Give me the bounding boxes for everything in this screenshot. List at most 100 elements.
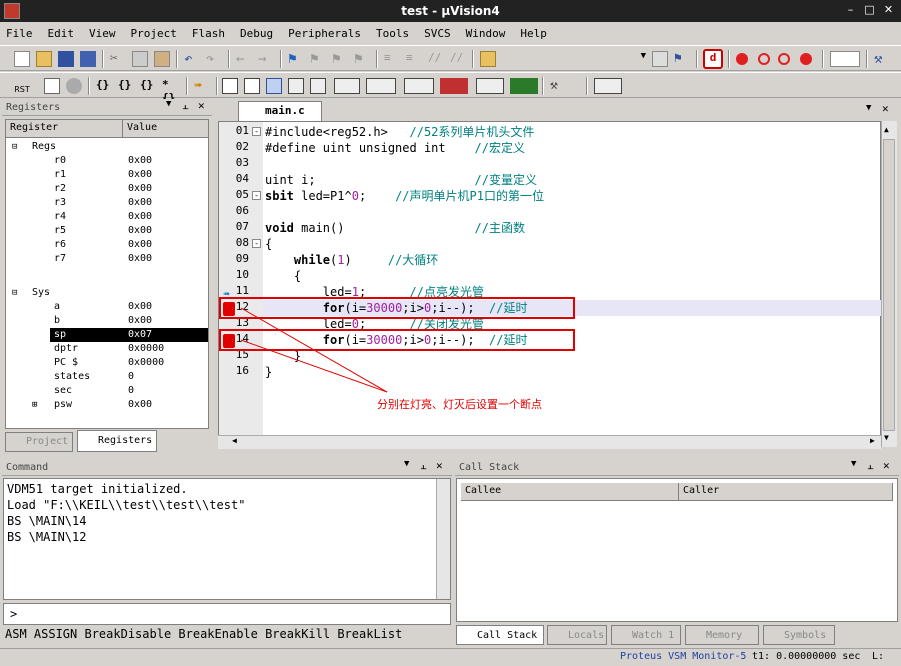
incremental-find-icon[interactable]: ⚑: [674, 51, 690, 67]
step-into-icon[interactable]: {}: [96, 78, 112, 94]
indent-icon[interactable]: ≡: [384, 51, 400, 67]
menu-svcs[interactable]: SVCS: [424, 27, 451, 40]
menu-flash[interactable]: Flash: [192, 27, 225, 40]
toolbox-icon[interactable]: ⚒: [550, 78, 578, 94]
tab-locals[interactable]: Locals: [547, 625, 607, 645]
memory-window-icon[interactable]: [366, 78, 396, 94]
close-panel-icon[interactable]: ✕: [436, 459, 443, 472]
close-editor-icon[interactable]: ✕: [882, 102, 889, 115]
stop-icon[interactable]: [66, 78, 82, 94]
save-all-icon[interactable]: [80, 51, 96, 67]
find-combo[interactable]: ▼: [500, 51, 648, 68]
find-icon[interactable]: [652, 51, 668, 67]
step-over-icon[interactable]: {}: [118, 78, 134, 94]
register-value[interactable]: 0x00: [128, 154, 152, 168]
menu-tools[interactable]: Tools: [376, 27, 409, 40]
copy-icon[interactable]: [132, 51, 148, 67]
save-icon[interactable]: [58, 51, 74, 67]
expand-icon[interactable]: ⊞: [32, 398, 37, 412]
analysis-window-icon[interactable]: [440, 78, 468, 94]
uncomment-icon[interactable]: //: [450, 51, 466, 67]
pin-icon[interactable]: ⫠: [182, 99, 189, 113]
symbols-window-icon[interactable]: [266, 78, 282, 94]
register-value[interactable]: 0x0000: [128, 356, 164, 370]
close-button[interactable]: ✕: [880, 2, 897, 19]
menu-debug[interactable]: Debug: [240, 27, 273, 40]
pin-icon[interactable]: ⫠: [867, 459, 874, 473]
scroll-right-icon[interactable]: ▶: [870, 436, 875, 445]
prev-bookmark-icon[interactable]: ⚑: [310, 51, 326, 67]
call-stack-window-icon[interactable]: [310, 78, 326, 94]
tab-memory-1[interactable]: Memory 1: [685, 625, 759, 661]
register-value[interactable]: 0x00: [128, 398, 152, 412]
bookmark-icon[interactable]: ⚑: [288, 51, 304, 67]
scroll-left-icon[interactable]: ◀: [232, 436, 237, 445]
unindent-icon[interactable]: ≡: [406, 51, 422, 67]
tab-symbols[interactable]: Symbols: [763, 625, 835, 645]
column-header-value[interactable]: Value: [123, 120, 209, 138]
cut-icon[interactable]: ✂: [110, 51, 126, 67]
chevron-down-icon[interactable]: ▼: [851, 459, 856, 469]
tab-registers[interactable]: Registers: [77, 430, 157, 452]
register-value[interactable]: 0x00: [128, 300, 152, 314]
reset-icon[interactable]: RST: [10, 76, 34, 96]
disable-all-breakpoints-icon[interactable]: [778, 53, 790, 65]
pin-icon[interactable]: ⫠: [420, 459, 427, 473]
menu-edit[interactable]: Edit: [48, 27, 75, 40]
chevron-down-icon[interactable]: ▼: [404, 459, 409, 469]
menu-project[interactable]: Project: [131, 27, 177, 40]
menu-view[interactable]: View: [89, 27, 116, 40]
step-out-icon[interactable]: {}: [140, 78, 156, 94]
code-view[interactable]: 01- #include<reg52.h> //52系列单片机头文件 02 #defi…: [218, 121, 881, 448]
watch-window-icon[interactable]: [334, 78, 360, 94]
column-header-register[interactable]: Register: [6, 120, 123, 138]
maximize-button[interactable]: □: [861, 2, 878, 19]
scroll-thumb[interactable]: [883, 139, 895, 431]
register-value[interactable]: 0x00: [128, 314, 152, 328]
serial-window-icon[interactable]: [404, 78, 434, 94]
configure-icon[interactable]: ⚒: [874, 51, 890, 67]
new-file-icon[interactable]: [14, 51, 30, 67]
nav-forward-icon[interactable]: →: [258, 51, 274, 67]
register-value[interactable]: 0x00: [128, 252, 152, 266]
chevron-down-icon[interactable]: ▼: [166, 99, 171, 109]
register-value[interactable]: 0x00: [128, 182, 152, 196]
open-folder-icon[interactable]: [36, 51, 52, 67]
register-value[interactable]: 0x00: [128, 210, 152, 224]
find-in-files-icon[interactable]: [480, 51, 496, 67]
run-to-cursor-icon[interactable]: *{}: [162, 78, 178, 104]
paste-icon[interactable]: [154, 51, 170, 67]
clear-bookmarks-icon[interactable]: ⚑: [354, 51, 370, 67]
disassembly-window-icon[interactable]: [244, 78, 260, 94]
register-value[interactable]: 0x07: [128, 328, 152, 342]
comment-icon[interactable]: //: [428, 51, 444, 67]
vertical-scrollbar[interactable]: ▲ ▼: [881, 121, 897, 447]
close-panel-icon[interactable]: ✕: [198, 99, 205, 112]
system-viewer-icon[interactable]: [510, 78, 538, 94]
kill-all-breakpoints-icon[interactable]: [800, 53, 812, 65]
run-icon[interactable]: [44, 78, 60, 94]
menu-peripherals[interactable]: Peripherals: [288, 27, 361, 40]
registers-window-icon[interactable]: [288, 78, 304, 94]
column-header-callee[interactable]: Callee: [461, 483, 679, 501]
debug-session-icon[interactable]: d: [703, 49, 723, 69]
scroll-up-icon[interactable]: ▲: [884, 125, 889, 134]
minimize-button[interactable]: –: [842, 2, 859, 19]
scroll-down-icon[interactable]: ▼: [884, 433, 889, 442]
register-value[interactable]: 0x00: [128, 168, 152, 182]
register-value[interactable]: 0x00: [128, 196, 152, 210]
window-layout-icon[interactable]: [830, 51, 860, 67]
register-value[interactable]: 0x00: [128, 224, 152, 238]
menu-help[interactable]: Help: [520, 27, 547, 40]
column-header-caller[interactable]: Caller: [679, 483, 893, 501]
collapse-icon[interactable]: ⊟: [12, 286, 17, 300]
command-window-icon[interactable]: [222, 78, 238, 94]
enable-breakpoint-icon[interactable]: [758, 53, 770, 65]
tab-project[interactable]: Project: [5, 432, 73, 452]
tab-watch-1[interactable]: Watch 1: [611, 625, 681, 645]
register-value[interactable]: 0: [128, 370, 134, 384]
menu-window[interactable]: Window: [466, 27, 506, 40]
debug-windows-icon[interactable]: [594, 78, 622, 94]
menu-file[interactable]: File: [6, 27, 33, 40]
close-panel-icon[interactable]: ✕: [883, 459, 890, 472]
